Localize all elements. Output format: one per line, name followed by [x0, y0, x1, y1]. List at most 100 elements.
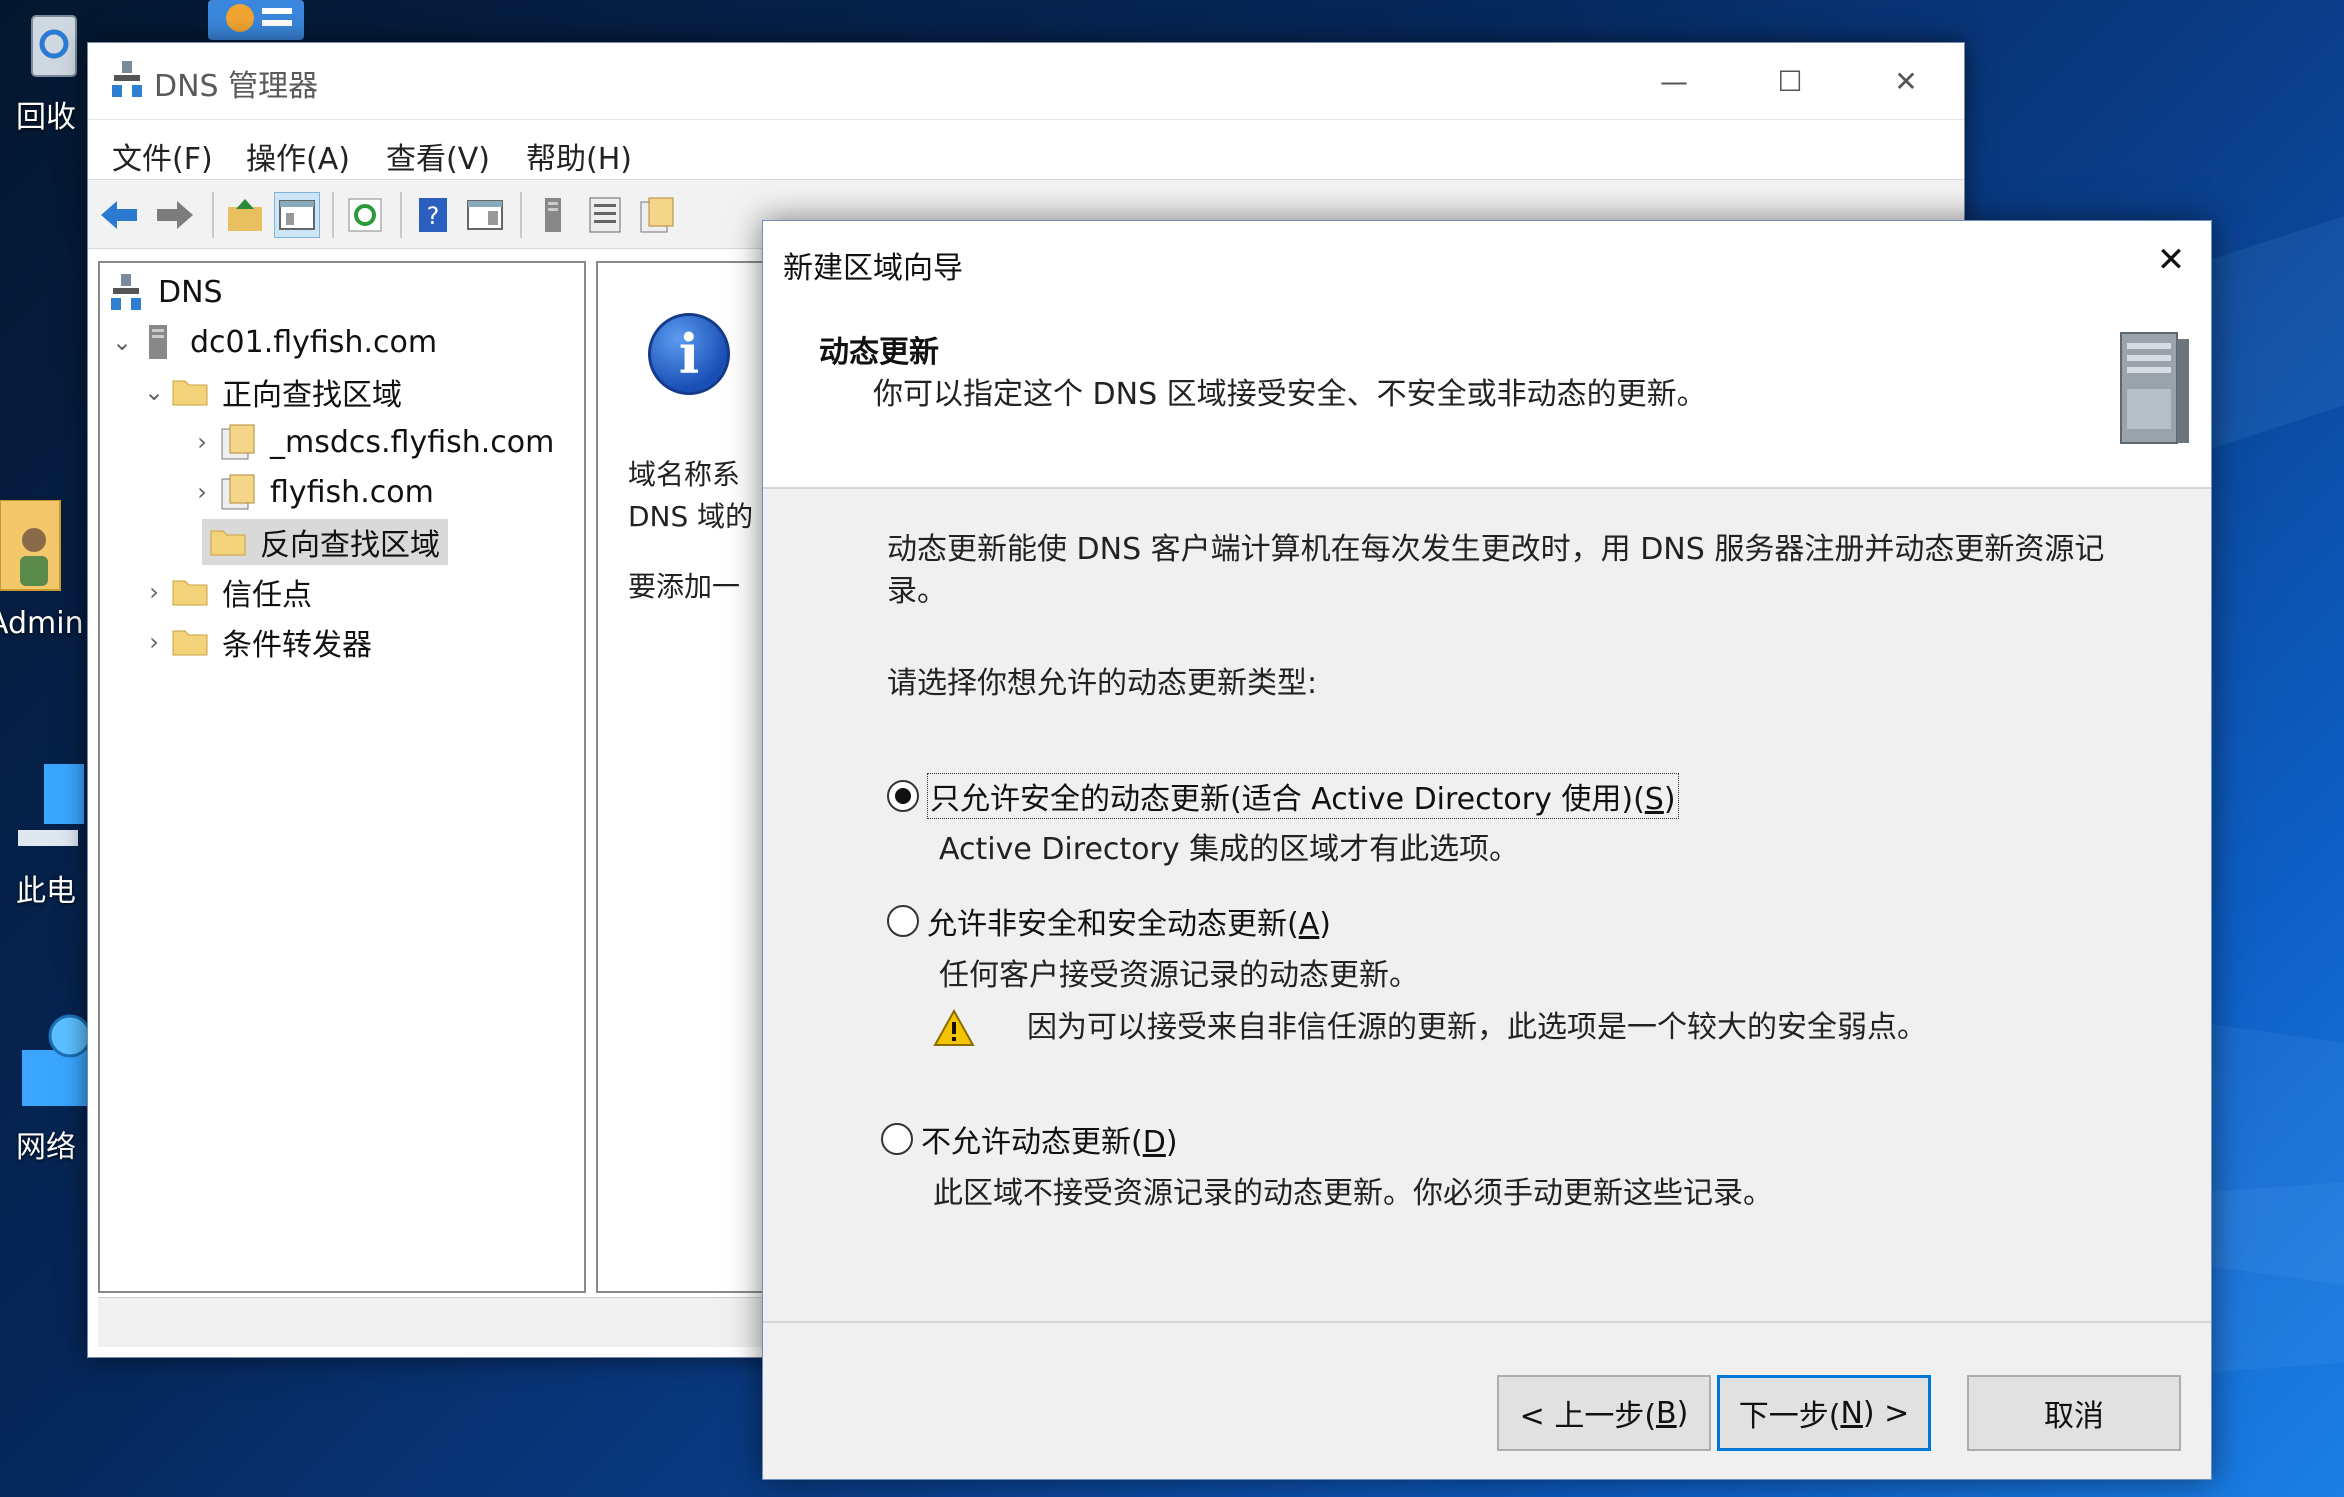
show-action-pane-button[interactable] — [462, 192, 508, 238]
recycle-bin-icon — [22, 10, 84, 80]
option-description: 此区域不接受资源记录的动态更新。你必须手动更新这些记录。 — [933, 1176, 1773, 1211]
chevron-right-icon[interactable]: › — [138, 569, 170, 615]
tree-node-flyfish-zone[interactable]: › flyfish.com — [186, 469, 434, 515]
prompt-text: 请选择你想允许的动态更新类型: — [887, 666, 1318, 701]
menu-help[interactable]: 帮助(H) — [526, 134, 632, 178]
back-button[interactable] — [96, 192, 142, 238]
dialog-title-bar: 新建区域向导 ✕ — [763, 221, 2211, 299]
chevron-down-icon[interactable]: ⌄ — [106, 319, 138, 365]
server-icon — [2113, 329, 2193, 449]
description-text: 录。 — [887, 574, 947, 609]
details-text-line: 域名称系 — [628, 458, 741, 491]
list-button[interactable] — [582, 192, 628, 238]
window-title: DNS 管理器 — [154, 69, 319, 104]
menu-file[interactable]: 文件(F) — [112, 134, 213, 178]
up-level-button[interactable] — [222, 192, 268, 238]
minimize-button[interactable]: — — [1616, 43, 1732, 119]
radio-button[interactable] — [887, 780, 919, 812]
server-icon — [138, 322, 178, 362]
server-button[interactable] — [530, 192, 576, 238]
warning-icon — [933, 1009, 975, 1046]
dialog-close-button[interactable]: ✕ — [2131, 221, 2211, 299]
help-icon: ? — [419, 198, 447, 232]
tree-node-server[interactable]: ⌄ dc01.flyfish.com — [106, 319, 437, 365]
menu-action[interactable]: 操作(A) — [246, 134, 350, 178]
close-icon: ✕ — [1894, 64, 1918, 98]
desktop-icon-this-pc[interactable]: 此电 — [0, 750, 92, 909]
help-button[interactable]: ? — [410, 192, 456, 238]
chevron-right-icon[interactable]: › — [138, 619, 170, 665]
dns-app-icon — [112, 61, 142, 101]
wizard-header: 动态更新 你可以指定这个 DNS 区域接受安全、不安全或非动态的更新。 — [763, 299, 2211, 489]
folder-icon — [170, 622, 210, 662]
tree-node-label: _msdcs.flyfish.com — [270, 424, 555, 460]
tree-node-label: 信任点 — [222, 578, 312, 613]
close-icon: ✕ — [2156, 240, 2186, 280]
radio-button[interactable] — [881, 1123, 913, 1155]
description-text: 动态更新能使 DNS 客户端计算机在每次发生更改时，用 DNS 服务器注册并动态… — [887, 532, 2105, 567]
server-icon — [545, 198, 561, 232]
tree-node-forward-lookup-zones[interactable]: ⌄ 正向查找区域 — [138, 369, 402, 415]
radio-label: 只允许安全的动态更新(适合 Active Directory 使用)(S) — [927, 773, 1679, 819]
cancel-button[interactable]: 取消 — [1967, 1375, 2181, 1451]
folder-icon — [170, 572, 210, 612]
computer-icon — [14, 760, 84, 846]
radio-label: 不允许动态更新(D) — [921, 1125, 1178, 1160]
radio-nonsecure-and-secure[interactable]: 允许非安全和安全动态更新(A) — [887, 899, 1331, 943]
next-button[interactable]: 下一步(N) > — [1717, 1375, 1931, 1451]
forward-button[interactable] — [152, 192, 198, 238]
chevron-right-icon[interactable]: › — [186, 419, 218, 465]
tree-node-label: DNS — [158, 274, 223, 310]
radio-selected-dot — [895, 788, 911, 804]
dns-root-icon — [106, 272, 146, 312]
radio-no-dynamic-updates[interactable]: 不允许动态更新(D) — [881, 1117, 1178, 1161]
maximize-icon: ☐ — [1777, 64, 1803, 98]
chevron-down-icon[interactable]: ⌄ — [138, 369, 170, 415]
tree-node-label: 正向查找区域 — [222, 378, 402, 413]
desktop-icon-network[interactable]: 网络 — [0, 1000, 92, 1165]
toolbar-separator — [400, 192, 402, 238]
back-arrow-icon — [101, 201, 137, 229]
title-bar: DNS 管理器 — ☐ ✕ — [88, 43, 1964, 119]
refresh-button[interactable] — [342, 192, 388, 238]
tree-node-dns[interactable]: DNS — [106, 269, 223, 315]
tree-node-label: flyfish.com — [270, 474, 434, 510]
menu-view[interactable]: 查看(V) — [386, 134, 490, 178]
refresh-icon — [348, 198, 382, 232]
toolbar-separator — [212, 192, 214, 238]
info-icon: i — [648, 313, 730, 395]
properties-icon — [640, 197, 674, 233]
radio-secure-only[interactable]: 只允许安全的动态更新(适合 Active Directory 使用)(S) — [887, 773, 1679, 819]
zone-icon — [218, 422, 258, 462]
wizard-page-title: 动态更新 — [819, 335, 939, 370]
close-button[interactable]: ✕ — [1848, 43, 1964, 119]
details-text-line: DNS 域的 — [628, 500, 754, 533]
properties-button[interactable] — [634, 192, 680, 238]
list-icon — [589, 197, 621, 233]
tree-node-label: dc01.flyfish.com — [190, 324, 438, 360]
desktop-icon-recycle-bin[interactable]: 回收 — [0, 0, 92, 135]
chevron-right-icon[interactable]: › — [186, 469, 218, 515]
radio-button[interactable] — [887, 905, 919, 937]
radio-label: 允许非安全和安全动态更新(A) — [927, 907, 1331, 942]
option-description: Active Directory 集成的区域才有此选项。 — [939, 832, 1520, 867]
tree-node-conditional-forwarders[interactable]: › 条件转发器 — [138, 619, 372, 665]
desktop-icon-label: 网络 — [16, 1130, 76, 1165]
wizard-page-subtitle: 你可以指定这个 DNS 区域接受安全、不安全或非动态的更新。 — [873, 377, 1707, 412]
toolbar-separator — [520, 192, 522, 238]
maximize-button[interactable]: ☐ — [1732, 43, 1848, 119]
tree-node-trust-points[interactable]: › 信任点 — [138, 569, 312, 615]
menu-bar: 文件(F) 操作(A) 查看(V) 帮助(H) — [88, 119, 1964, 183]
tree-node-reverse-lookup-zones[interactable]: 反向查找区域 — [202, 519, 448, 565]
back-button[interactable]: < 上一步(B) — [1497, 1375, 1711, 1451]
new-zone-wizard-dialog: 新建区域向导 ✕ 动态更新 你可以指定这个 DNS 区域接受安全、不安全或非动态… — [762, 220, 2212, 1480]
dialog-title: 新建区域向导 — [783, 251, 963, 286]
desktop-icon-label: 此电 — [16, 874, 76, 909]
desktop-icon-admin[interactable]: Admin — [0, 499, 92, 641]
desktop-icon-app[interactable] — [204, 0, 308, 42]
warning-text: 因为可以接受来自非信任源的更新，此选项是一个较大的安全弱点。 — [1027, 1010, 1927, 1045]
folder-icon — [208, 522, 248, 562]
show-hide-console-tree-button[interactable] — [274, 192, 320, 238]
tree-node-msdcs-zone[interactable]: › _msdcs.flyfish.com — [186, 419, 554, 465]
folder-up-icon — [228, 199, 262, 231]
